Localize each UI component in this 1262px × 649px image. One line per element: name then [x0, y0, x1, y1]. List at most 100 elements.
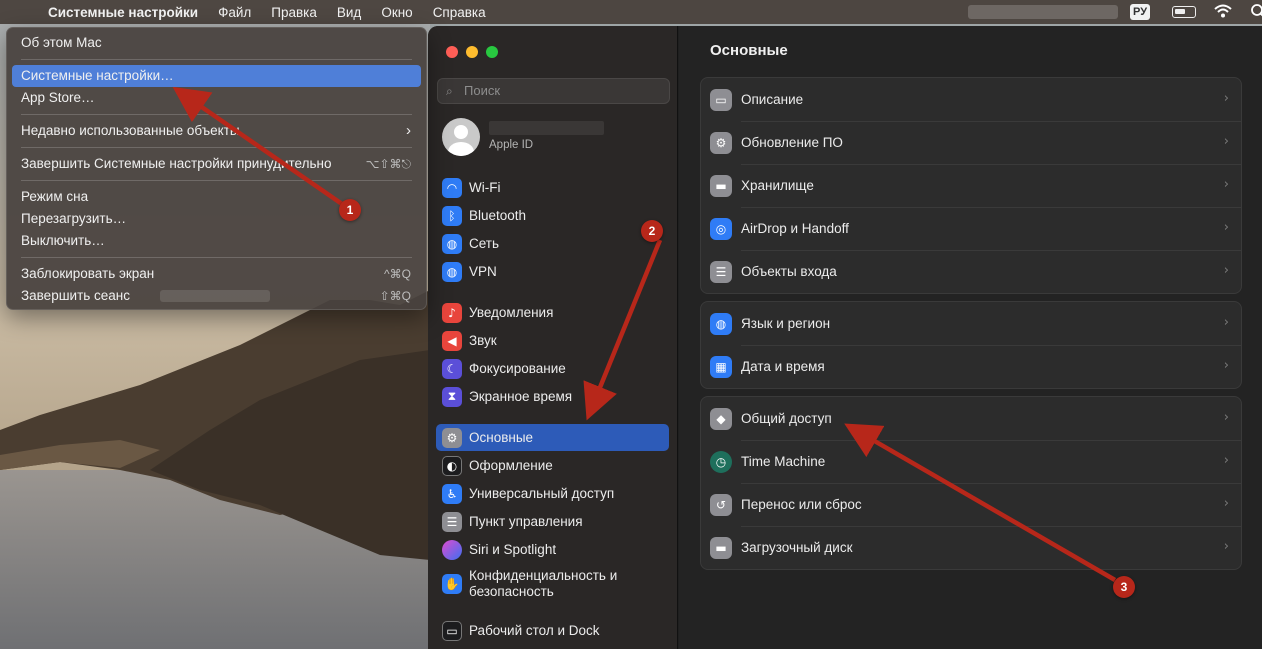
menu-item-label: Завершить Системные настройки принудител… [21, 156, 332, 171]
sidebar-item-label: Звук [469, 332, 497, 348]
annotation-badge-2: 2 [641, 220, 663, 242]
row-time-machine[interactable]: ◷ Time Machine › [701, 440, 1241, 483]
menu-item-force-quit[interactable]: Завершить Системные настройки принудител… [12, 153, 421, 175]
shortcut-label: ⇧⌘Q [379, 289, 411, 303]
menu-item-label: Завершить сеанс [21, 288, 131, 303]
sidebar-item-label: Оформление [469, 457, 553, 473]
vpn-icon: ◍ [442, 261, 462, 282]
row-language-region[interactable]: ◍ Язык и регион › [701, 302, 1241, 345]
menu-separator [21, 180, 412, 181]
sidebar-item-privacy[interactable]: ✋ Конфиденциальность и безопасность [436, 566, 669, 602]
row-startup-disk[interactable]: ▬ Загрузочный диск › [701, 526, 1241, 569]
input-language-badge[interactable]: РУ [1130, 4, 1151, 20]
shortcut-label: ⌥⇧⌘⎋ [365, 157, 411, 171]
avatar [442, 118, 480, 156]
sidebar-item-vpn[interactable]: ◍ VPN [436, 258, 669, 285]
sidebar-item-screen-time[interactable]: ⧗ Экранное время [436, 383, 669, 410]
menubar-app-name[interactable]: Системные настройки [38, 5, 208, 20]
row-label: Загрузочный диск [741, 540, 853, 555]
sidebar-item-sound[interactable]: ◀ Звук [436, 327, 669, 354]
laptop-icon: ▭ [710, 88, 732, 111]
focus-icon: ☾ [442, 358, 462, 379]
settings-group-language: ◍ Язык и регион › ▦ Дата и время › [700, 301, 1242, 389]
menu-item-shutdown[interactable]: Выключить… [12, 230, 421, 252]
chevron-right-icon: › [1223, 177, 1229, 192]
reset-icon: ↺ [710, 493, 732, 516]
row-label: AirDrop и Handoff [741, 221, 849, 236]
apple-id-item[interactable]: Apple ID [442, 118, 662, 158]
row-date-time[interactable]: ▦ Дата и время › [701, 345, 1241, 388]
globe-icon: ◍ [710, 312, 732, 335]
sidebar-item-appearance[interactable]: ◐ Оформление [436, 452, 669, 479]
bluetooth-icon: ᛒ [442, 205, 462, 226]
sidebar-item-focus[interactable]: ☾ Фокусирование [436, 355, 669, 382]
sidebar-item-label: Фокусирование [469, 360, 566, 376]
menu-item-label: Недавно использованные объекты [21, 123, 240, 138]
wifi-status-icon[interactable] [1214, 3, 1232, 22]
row-login-items[interactable]: ☰ Объекты входа › [701, 250, 1241, 293]
chevron-right-icon: › [1223, 453, 1229, 468]
sidebar-item-label: Сеть [469, 235, 500, 251]
close-window-button[interactable] [446, 46, 458, 58]
battery-icon[interactable] [1172, 6, 1196, 18]
menu-separator [21, 257, 412, 258]
menu-item-lock-screen[interactable]: Заблокировать экран ^⌘Q [12, 263, 421, 285]
zoom-window-button[interactable] [486, 46, 498, 58]
row-airdrop-handoff[interactable]: ◎ AirDrop и Handoff › [701, 207, 1241, 250]
row-label: Общий доступ [741, 411, 832, 426]
sidebar-item-bluetooth[interactable]: ᛒ Bluetooth [436, 202, 669, 229]
sidebar-item-network[interactable]: ◍ Сеть [436, 230, 669, 257]
row-label: Time Machine [741, 454, 826, 469]
menubar-window[interactable]: Окно [371, 5, 422, 20]
chevron-right-icon: › [1223, 358, 1229, 373]
menu-item-recent-items[interactable]: Недавно использованные объекты › [12, 120, 421, 142]
menu-item-app-store[interactable]: App Store… [12, 87, 421, 109]
sidebar-item-accessibility[interactable]: ♿ Универсальный доступ [436, 480, 669, 507]
row-about[interactable]: ▭ Описание › [701, 78, 1241, 121]
sidebar-search-input[interactable]: ⌕ Поиск [437, 78, 670, 104]
menu-item-label: Заблокировать экран [21, 266, 155, 281]
menubar-view[interactable]: Вид [327, 5, 371, 20]
row-software-update[interactable]: ⚙ Обновление ПО › [701, 121, 1241, 164]
settings-sidebar: ⌕ Поиск Apple ID ◠ Wi‑Fi ᛒ Bluetooth ◍ Сеть… [428, 26, 678, 649]
menu-item-system-settings[interactable]: Системные настройки… [12, 65, 421, 87]
sidebar-item-label: Основные [469, 429, 534, 445]
sidebar-item-control-center[interactable]: ☰ Пункт управления [436, 508, 669, 535]
system-settings-window: ⌕ Поиск Apple ID ◠ Wi‑Fi ᛒ Bluetooth ◍ Сеть… [428, 26, 1262, 649]
menubar-help[interactable]: Справка [423, 5, 496, 20]
annotation-badge-3: 3 [1113, 576, 1135, 598]
menubar-edit[interactable]: Правка [261, 5, 327, 20]
row-label: Хранилище [741, 178, 814, 193]
menu-item-about[interactable]: Об этом Mac [12, 32, 421, 54]
row-storage[interactable]: ▬ Хранилище › [701, 164, 1241, 207]
chevron-right-icon: › [406, 122, 411, 139]
search-placeholder: Поиск [464, 83, 501, 98]
privacy-hand-icon: ✋ [442, 574, 462, 594]
row-label: Описание [741, 92, 804, 107]
minimize-window-button[interactable] [466, 46, 478, 58]
list-icon: ☰ [710, 260, 732, 283]
sidebar-item-siri[interactable]: Siri и Spotlight [436, 536, 669, 563]
menu-item-log-out[interactable]: Завершить сеанс ⇧⌘Q [12, 285, 421, 307]
sidebar-item-wifi[interactable]: ◠ Wi‑Fi [436, 174, 669, 201]
sidebar-item-notifications[interactable]: ♪ Уведомления [436, 299, 669, 326]
spotlight-search-icon[interactable] [1250, 3, 1262, 22]
settings-content-pane: Основные ▭ Описание › ⚙ Обновление ПО › ▬ Хра… [679, 26, 1262, 649]
row-sharing[interactable]: ◆ Общий доступ › [701, 397, 1241, 440]
sidebar-item-label: Универсальный доступ [469, 485, 615, 501]
apple-menu-dropdown: Об этом Mac Системные настройки… App Sto… [6, 27, 427, 310]
chevron-right-icon: › [1223, 263, 1229, 278]
redacted-status-items [968, 5, 1118, 19]
notifications-icon: ♪ [442, 302, 462, 323]
sidebar-item-label: Экранное время [469, 388, 573, 404]
appearance-icon: ◐ [442, 455, 462, 476]
accessibility-icon: ♿ [442, 483, 462, 504]
storage-drive-icon: ▬ [710, 174, 732, 197]
sidebar-item-label: Рабочий стол и Dock [469, 622, 600, 638]
sound-icon: ◀ [442, 330, 462, 351]
sidebar-item-general[interactable]: ⚙ Основные [436, 424, 669, 451]
row-label: Язык и регион [741, 316, 831, 331]
menubar-file[interactable]: Файл [208, 5, 261, 20]
row-transfer-reset[interactable]: ↺ Перенос или сброс › [701, 483, 1241, 526]
sidebar-item-desktop-dock[interactable]: ▭ Рабочий стол и Dock [436, 617, 669, 644]
